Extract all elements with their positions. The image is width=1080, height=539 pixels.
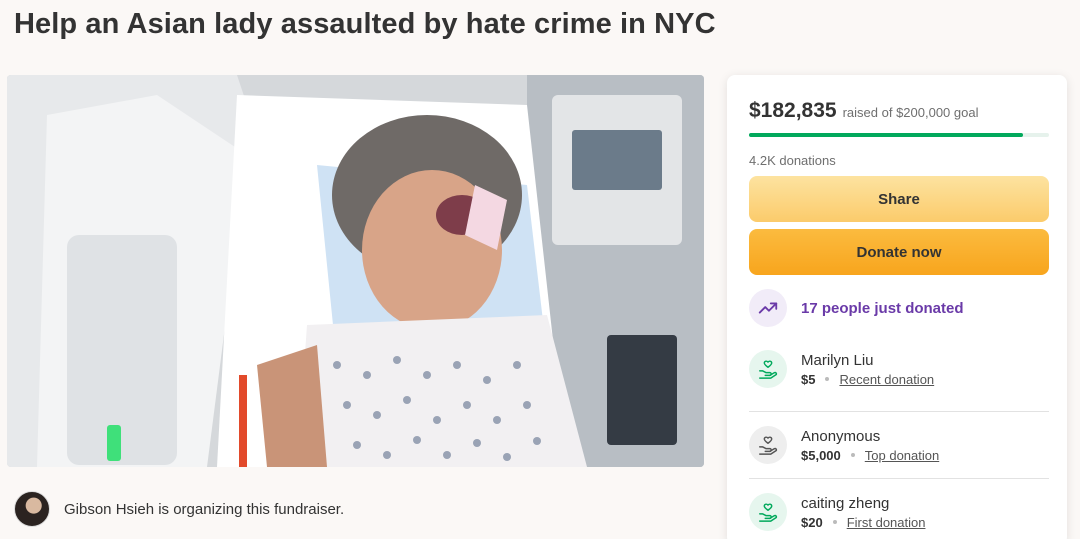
donation-sidebar: $182,835 raised of $200,000 goal 4.2K do… bbox=[727, 75, 1067, 539]
hand-heart-icon bbox=[749, 426, 787, 464]
donor-amount: $20 bbox=[801, 514, 823, 530]
raised-summary: $182,835 raised of $200,000 goal bbox=[749, 99, 978, 123]
organizer-row: Gibson Hsieh is organizing this fundrais… bbox=[14, 490, 344, 528]
separator-dot bbox=[825, 377, 830, 381]
separator-dot bbox=[850, 453, 855, 457]
donor-link[interactable]: First donation bbox=[847, 515, 926, 530]
fundraiser-hero-image[interactable] bbox=[7, 75, 704, 467]
donation-count: 4.2K donations bbox=[749, 153, 836, 168]
hand-heart-icon bbox=[749, 350, 787, 388]
donor-link[interactable]: Recent donation bbox=[839, 372, 934, 387]
donor-name: Marilyn Liu bbox=[801, 351, 874, 369]
raised-amount: $182,835 bbox=[749, 99, 837, 122]
donor-amount: $5,000 bbox=[801, 447, 841, 463]
donate-now-button[interactable]: Donate now bbox=[749, 229, 1049, 275]
donor-item: Marilyn Liu $5 Recent donation bbox=[749, 336, 1049, 402]
share-button[interactable]: Share bbox=[749, 176, 1049, 222]
progress-fill bbox=[749, 133, 1024, 137]
trend-text: 17 people just donated bbox=[801, 299, 964, 317]
recent-donations-trend[interactable]: 17 people just donated bbox=[749, 289, 964, 327]
donor-name: Anonymous bbox=[801, 427, 881, 445]
donor-name: caiting zheng bbox=[801, 494, 890, 512]
progress-bar bbox=[749, 133, 1049, 137]
donor-item: caiting zheng $20 First donation bbox=[749, 479, 1049, 539]
goal-text: raised of $200,000 goal bbox=[842, 105, 979, 120]
hero-photo bbox=[7, 75, 704, 467]
separator-dot bbox=[832, 520, 837, 524]
donor-amount: $5 bbox=[801, 371, 816, 387]
organizer-text: Gibson Hsieh is organizing this fundrais… bbox=[64, 500, 345, 518]
trending-up-icon bbox=[749, 289, 787, 327]
donor-link[interactable]: Top donation bbox=[865, 448, 939, 463]
donor-item: Anonymous $5,000 Top donation bbox=[749, 412, 1049, 478]
page-title: Help an Asian lady assaulted by hate cri… bbox=[14, 8, 716, 40]
hand-heart-icon bbox=[749, 493, 787, 531]
organizer-avatar[interactable] bbox=[14, 491, 50, 527]
